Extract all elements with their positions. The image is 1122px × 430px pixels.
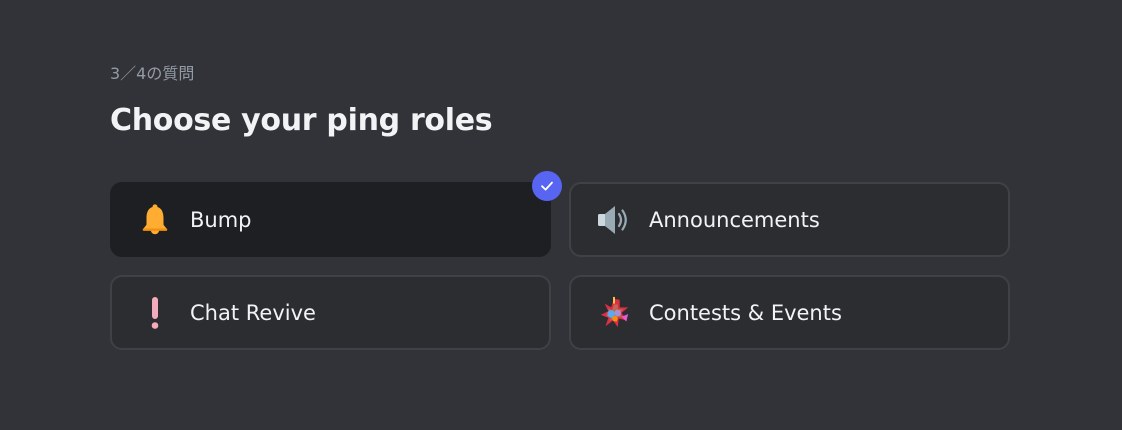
role-option-contests-events[interactable]: Contests & Events bbox=[569, 275, 1010, 350]
question-progress: 3／4の質問 bbox=[110, 64, 195, 83]
onboarding-question: 3／4の質問 Choose your ping roles Bump Annou… bbox=[110, 62, 1010, 350]
exclamation-icon bbox=[136, 294, 174, 332]
role-option-bump[interactable]: Bump bbox=[110, 171, 562, 257]
role-options: Bump Announcements Chat Revive Contests … bbox=[110, 171, 1010, 350]
role-option-label: Chat Revive bbox=[190, 300, 316, 325]
role-option-label: Contests & Events bbox=[649, 300, 842, 325]
question-title: Choose your ping roles bbox=[110, 103, 493, 138]
speaker-icon bbox=[595, 201, 633, 239]
check-icon bbox=[532, 171, 562, 201]
role-option-chat-revive[interactable]: Chat Revive bbox=[110, 275, 551, 350]
bell-icon bbox=[136, 201, 174, 239]
role-option-announcements[interactable]: Announcements bbox=[569, 182, 1010, 257]
role-option-label: Bump bbox=[190, 207, 252, 232]
pinata-icon bbox=[595, 294, 633, 332]
role-option-label: Announcements bbox=[649, 207, 820, 232]
